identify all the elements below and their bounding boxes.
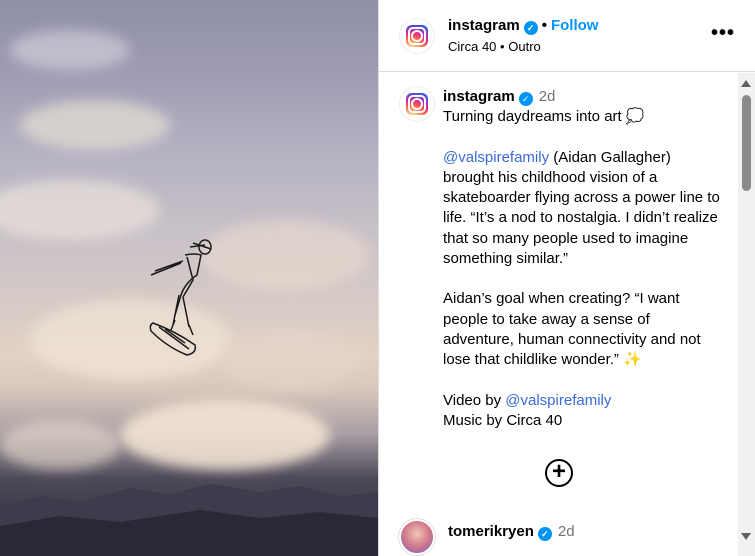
post-video[interactable] — [0, 0, 378, 556]
header-username: instagram ✓ • Follow — [448, 17, 598, 35]
mountain-silhouette — [0, 484, 378, 556]
scroll-up-arrow-icon[interactable] — [741, 80, 751, 87]
load-more-comments-button[interactable]: + — [545, 459, 573, 487]
cloud — [120, 400, 330, 470]
separator-dot: • — [541, 17, 547, 34]
cloud — [200, 220, 370, 290]
caption-para2-text: (Aidan Gallagher) brought his childhood … — [443, 148, 720, 268]
caption-username[interactable]: instagram — [443, 88, 515, 105]
mention-link[interactable]: @valspirefamily — [443, 149, 549, 166]
comment-username[interactable]: tomerikryen — [448, 523, 534, 540]
follow-button[interactable]: Follow — [551, 17, 599, 34]
scrollbar[interactable] — [738, 73, 755, 556]
verified-badge-icon: ✓ — [537, 527, 552, 541]
caption-scroll-area[interactable]: instagram ✓ 2d Turning daydreams into art … — [379, 73, 739, 556]
audio-subtitle-link[interactable]: Outro — [508, 39, 541, 54]
caption-avatar[interactable] — [399, 86, 435, 122]
comment-header: tomerikryen ✓ 2d — [448, 523, 575, 541]
scrollbar-thumb[interactable] — [742, 95, 751, 191]
scroll-down-arrow-icon[interactable] — [741, 533, 751, 540]
instagram-avatar[interactable] — [399, 18, 435, 54]
caption-text: instagram ✓ 2d Turning daydreams into art … — [443, 87, 723, 431]
account-name-link[interactable]: instagram — [448, 17, 520, 34]
post-header: instagram ✓ • Follow Circa 40 • Outro ••• — [379, 0, 755, 72]
audio-info: Circa 40 • Outro — [448, 39, 541, 54]
video-credit: Video by @valspirefamily — [443, 391, 723, 411]
verified-badge-icon: ✓ — [518, 92, 533, 106]
verified-badge-icon: ✓ — [523, 21, 538, 35]
audio-separator: • — [500, 39, 505, 54]
caption-line1: Turning daydreams into art 💭 — [443, 108, 645, 126]
cloud — [0, 180, 160, 240]
skateboarder-figure — [149, 239, 212, 356]
comment-time[interactable]: 2d — [558, 523, 575, 540]
more-options-icon[interactable]: ••• — [711, 22, 735, 45]
instagram-logo-icon — [406, 25, 428, 47]
caption-paragraph-3: Aidan’s goal when creating? “I want peop… — [443, 290, 701, 369]
comment-avatar[interactable] — [399, 519, 435, 555]
cloud — [0, 420, 120, 470]
mention-link[interactable]: @valspirefamily — [505, 392, 611, 409]
audio-title-link[interactable]: Circa 40 — [448, 39, 496, 54]
post-details-panel: instagram ✓ • Follow Circa 40 • Outro ••• i… — [378, 0, 755, 556]
instagram-logo-icon — [406, 93, 428, 115]
caption-header: instagram ✓ 2d — [443, 87, 723, 107]
video-by-label: Video by — [443, 391, 506, 409]
cloud — [20, 100, 170, 150]
cloud — [220, 330, 360, 390]
cloud — [10, 30, 130, 70]
music-credit: Music by Circa 40 — [443, 411, 563, 429]
caption-credits: Video by @valspirefamily Music by Circa … — [443, 391, 723, 432]
caption-time[interactable]: 2d — [539, 88, 556, 105]
caption-paragraph-2: @valspirefamily (Aidan Gallagher) brough… — [443, 148, 723, 270]
